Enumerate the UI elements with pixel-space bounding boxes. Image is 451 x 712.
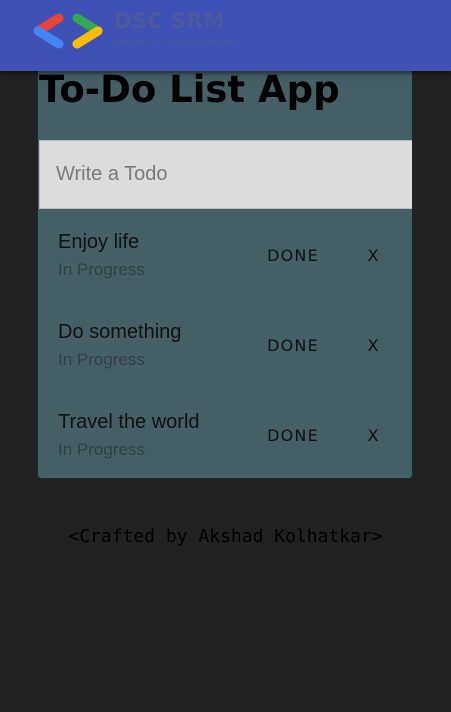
page-title: To-Do List App xyxy=(39,68,340,111)
app-bar: DSC SRM powered by Google Developers xyxy=(0,0,451,71)
todo-status: In Progress xyxy=(58,260,145,279)
done-button[interactable]: DONE xyxy=(254,241,332,269)
done-button[interactable]: DONE xyxy=(254,331,332,359)
todo-item: Enjoy life In Progress DONE X xyxy=(38,209,412,299)
todo-item: Travel the world In Progress DONE X xyxy=(38,389,412,478)
todo-text: Enjoy life xyxy=(58,231,140,253)
todo-status: In Progress xyxy=(58,350,145,369)
todo-input[interactable] xyxy=(40,141,412,208)
todo-card: To-Do List App Enjoy life In Progress DO… xyxy=(37,60,413,479)
todo-text: Do something xyxy=(58,321,182,343)
todo-status: In Progress xyxy=(58,440,145,459)
delete-button[interactable]: X xyxy=(358,241,388,269)
footer-credit: <Crafted by Akshad Kolhatkar> xyxy=(68,526,383,547)
todo-text: Travel the world xyxy=(58,411,200,433)
done-button[interactable]: DONE xyxy=(254,421,332,449)
brand-name: DSC SRM xyxy=(114,9,225,33)
brand-subtitle: powered by Google Developers xyxy=(114,38,240,47)
todo-list: Enjoy life In Progress DONE X Do somethi… xyxy=(38,209,412,478)
delete-button[interactable]: X xyxy=(358,331,388,359)
google-developers-logo-icon xyxy=(33,13,103,49)
delete-button[interactable]: X xyxy=(358,421,388,449)
todo-item: Do something In Progress DONE X xyxy=(38,299,412,389)
todo-input-container xyxy=(39,140,412,209)
